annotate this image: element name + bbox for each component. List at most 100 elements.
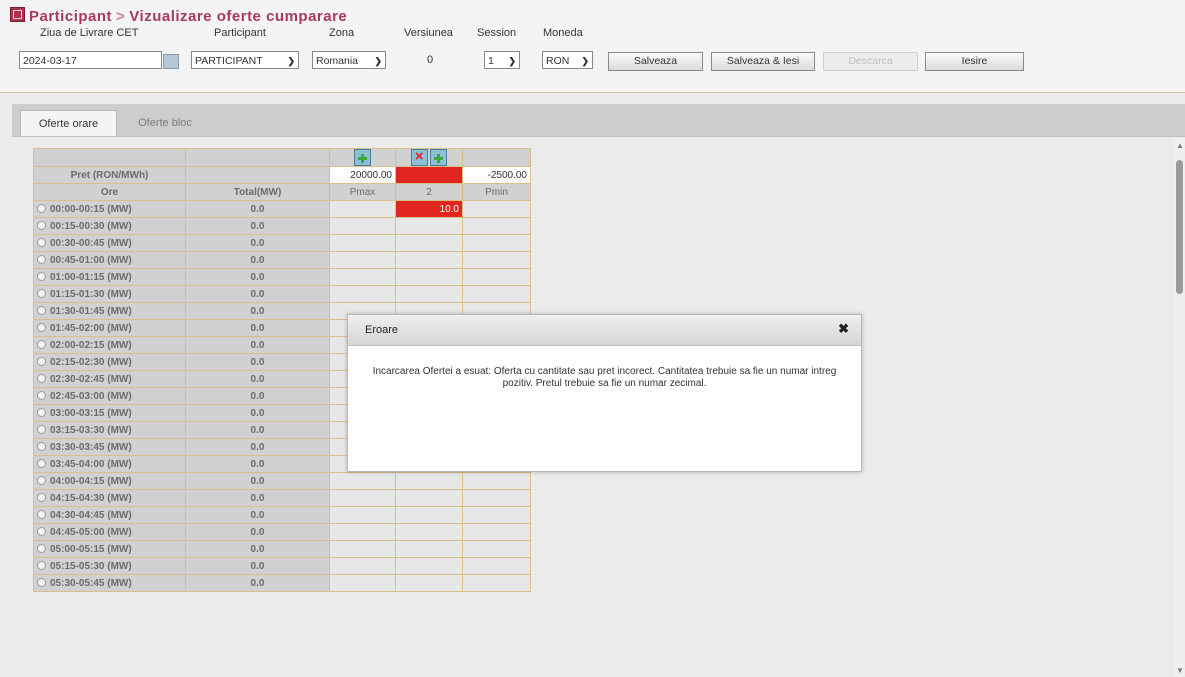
row-radio[interactable] <box>37 441 46 451</box>
pmin-cell[interactable] <box>462 234 531 252</box>
pmax-cell[interactable] <box>329 557 396 575</box>
close-icon[interactable]: ✖ <box>838 321 849 337</box>
row-radio[interactable] <box>37 237 46 247</box>
row-radio[interactable] <box>37 492 46 502</box>
pmax-cell[interactable] <box>329 217 396 235</box>
row-radio[interactable] <box>37 509 46 519</box>
participant-value: PARTICIPANT <box>195 55 263 67</box>
title-page: Vizualizare oferte cumparare <box>129 8 348 25</box>
row-radio[interactable] <box>37 407 46 417</box>
exit-button[interactable]: Iesire <box>925 52 1024 71</box>
col2-cell[interactable] <box>395 540 463 558</box>
tab-block-offers[interactable]: Oferte bloc <box>123 110 207 136</box>
row-radio[interactable] <box>37 339 46 349</box>
row-radio[interactable] <box>37 390 46 400</box>
row-radio[interactable] <box>37 424 46 434</box>
pmin-cell[interactable] <box>462 251 531 269</box>
col2-cell[interactable] <box>395 217 463 235</box>
pmax-cell[interactable] <box>329 285 396 303</box>
pmax-cell[interactable] <box>329 506 396 524</box>
tab-hourly-offers[interactable]: Oferte orare <box>20 110 117 136</box>
download-button[interactable]: Descarca <box>823 52 918 71</box>
pmax-cell[interactable] <box>329 540 396 558</box>
pmin-cell[interactable] <box>462 200 531 218</box>
delete-column-icon[interactable]: × <box>410 149 428 166</box>
row-radio[interactable] <box>37 356 46 366</box>
row-radio[interactable] <box>37 458 46 468</box>
zone-select[interactable]: Romania ❯ <box>312 51 386 69</box>
pmin-cell[interactable] <box>462 472 531 490</box>
delivery-day-input[interactable]: 2024-03-17 <box>19 51 162 69</box>
interval-cell: 02:30-02:45 (MW) <box>33 370 186 388</box>
add-column-icon[interactable] <box>354 149 371 166</box>
interval-cell: 03:15-03:30 (MW) <box>33 421 186 439</box>
row-radio[interactable] <box>37 254 46 264</box>
pmin-cell[interactable] <box>462 285 531 303</box>
pmax-cell[interactable] <box>329 268 396 286</box>
row-radio[interactable] <box>37 526 46 536</box>
row-radio[interactable] <box>37 475 46 485</box>
pmin-cell[interactable] <box>462 557 531 575</box>
col2-cell[interactable] <box>395 285 463 303</box>
col2-cell[interactable] <box>395 506 463 524</box>
pmin-cell[interactable] <box>462 489 531 507</box>
price-pmax-input[interactable]: 20000.00 <box>329 166 396 184</box>
pmax-cell[interactable] <box>329 523 396 541</box>
scrollbar-thumb[interactable] <box>1176 160 1183 294</box>
row-radio[interactable] <box>37 288 46 298</box>
col2-cell[interactable] <box>395 268 463 286</box>
row-radio[interactable] <box>37 203 46 213</box>
total-cell: 0.0 <box>185 489 330 507</box>
currency-select[interactable]: RON ❯ <box>542 51 593 69</box>
price-pmin-input[interactable]: -2500.00 <box>462 166 531 184</box>
pmax-cell[interactable] <box>329 251 396 269</box>
col2-cell[interactable] <box>395 574 463 592</box>
participant-select[interactable]: PARTICIPANT ❯ <box>191 51 299 69</box>
row-radio[interactable] <box>37 560 46 570</box>
col2-cell[interactable] <box>395 251 463 269</box>
col2-cell[interactable]: 10.0 <box>395 200 463 218</box>
row-radio[interactable] <box>37 271 46 281</box>
pmin-cell[interactable] <box>462 540 531 558</box>
total-header: Total(MW) <box>185 183 330 201</box>
session-label: Session <box>477 27 517 39</box>
col2-cell[interactable] <box>395 472 463 490</box>
pmin-cell[interactable] <box>462 268 531 286</box>
pmin-cell[interactable] <box>462 574 531 592</box>
row-radio[interactable] <box>37 305 46 315</box>
save-exit-button[interactable]: Salveaza & Iesi <box>711 52 815 71</box>
total-cell: 0.0 <box>185 438 330 456</box>
row-radio[interactable] <box>37 322 46 332</box>
col2-cell[interactable] <box>395 234 463 252</box>
pmin-cell[interactable] <box>462 506 531 524</box>
table-row: 04:45-05:00 (MW) 0.0 <box>33 523 531 541</box>
pmax-cell[interactable] <box>329 200 396 218</box>
col2-cell[interactable] <box>395 489 463 507</box>
pmin-cell[interactable] <box>462 217 531 235</box>
pmin-cell[interactable] <box>462 523 531 541</box>
price-row: Pret (RON/MWh) 20000.00 -2500.00 <box>33 166 531 184</box>
interval-cell: 05:15-05:30 (MW) <box>33 557 186 575</box>
row-radio[interactable] <box>37 577 46 587</box>
col2-cell[interactable] <box>395 523 463 541</box>
save-button[interactable]: Salveaza <box>608 52 703 71</box>
pmax-cell[interactable] <box>329 234 396 252</box>
pmax-cell[interactable] <box>329 574 396 592</box>
pmax-cell[interactable] <box>329 489 396 507</box>
row-radio[interactable] <box>37 543 46 553</box>
pmax-header: Pmax <box>329 183 396 201</box>
add-column-icon[interactable] <box>430 149 448 166</box>
pmax-cell[interactable] <box>329 472 396 490</box>
tab-bar: Oferte orare Oferte bloc <box>12 104 1185 137</box>
total-cell: 0.0 <box>185 302 330 320</box>
calendar-icon[interactable] <box>163 54 179 69</box>
total-cell: 0.0 <box>185 370 330 388</box>
col2-cell[interactable] <box>395 557 463 575</box>
scroll-up-icon[interactable]: ▲ <box>1176 141 1184 150</box>
row-radio[interactable] <box>37 373 46 383</box>
price-col2-input[interactable] <box>395 166 463 184</box>
scroll-down-icon[interactable]: ▼ <box>1176 666 1184 675</box>
session-select[interactable]: 1 ❯ <box>484 51 520 69</box>
vertical-scrollbar[interactable]: ▲ ▼ <box>1174 138 1185 677</box>
row-radio[interactable] <box>37 220 46 230</box>
